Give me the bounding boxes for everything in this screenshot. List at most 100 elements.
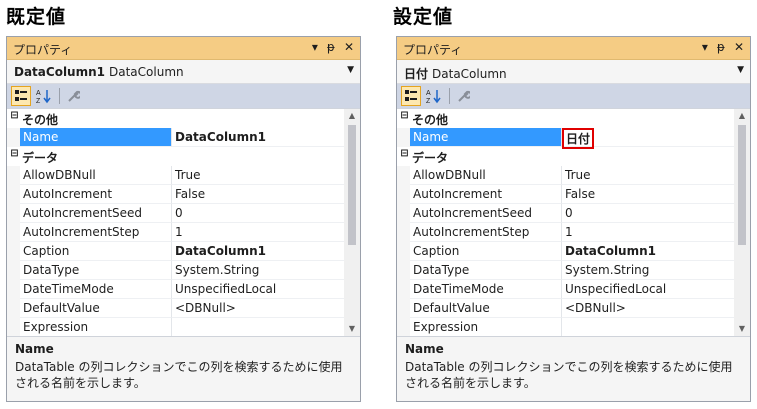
scroll-up-icon[interactable]: ▲ — [344, 109, 360, 123]
svg-text:Z: Z — [36, 98, 41, 104]
property-row[interactable]: DateTimeMode UnspecifiedLocal — [7, 280, 344, 299]
property-row[interactable]: AutoIncrementStep 1 — [397, 223, 734, 242]
property-name: AutoIncrement — [410, 185, 562, 204]
property-value[interactable] — [172, 318, 344, 336]
property-value[interactable]: UnspecifiedLocal — [172, 280, 344, 299]
property-row[interactable]: AutoIncrementStep 1 — [7, 223, 344, 242]
panel-title: プロパティ — [13, 43, 73, 57]
property-value[interactable]: 1 — [562, 223, 734, 242]
property-value[interactable]: System.String — [562, 261, 734, 280]
property-row[interactable]: AutoIncrementSeed 0 — [7, 204, 344, 223]
wrench-icon — [68, 90, 80, 102]
property-name: Name — [410, 128, 562, 147]
alphabetical-button[interactable]: AZ — [34, 86, 54, 106]
wrench-icon — [458, 90, 470, 102]
scroll-thumb[interactable] — [348, 125, 356, 245]
collapse-icon[interactable]: ⊟ — [9, 111, 20, 122]
property-value[interactable]: <DBNull> — [172, 299, 344, 318]
toolbar: AZ — [7, 84, 360, 108]
property-value[interactable]: True — [172, 166, 344, 185]
property-value[interactable]: DataColumn1 — [562, 242, 734, 261]
highlighted-value[interactable]: 日付 — [562, 128, 595, 149]
categorized-button[interactable] — [401, 86, 421, 106]
category-label: データ — [412, 151, 449, 165]
property-value[interactable]: 1 — [172, 223, 344, 242]
property-row[interactable]: Caption DataColumn1 — [397, 242, 734, 261]
category-other[interactable]: ⊟ その他 — [7, 109, 344, 128]
property-row[interactable]: AutoIncrementSeed 0 — [397, 204, 734, 223]
category-other[interactable]: ⊟ その他 — [397, 109, 734, 128]
close-icon[interactable]: ✕ — [344, 40, 354, 54]
property-value[interactable]: False — [172, 185, 344, 204]
property-row[interactable]: AllowDBNull True — [7, 166, 344, 185]
vertical-scrollbar[interactable]: ▲ ▼ — [344, 109, 360, 336]
category-data[interactable]: ⊟ データ — [397, 147, 734, 166]
property-row[interactable]: AutoIncrement False — [7, 185, 344, 204]
property-row[interactable]: AllowDBNull True — [397, 166, 734, 185]
property-value[interactable]: DataColumn1 — [172, 128, 344, 147]
property-row-name[interactable]: Name 日付 — [397, 128, 734, 149]
property-row[interactable]: DefaultValue <DBNull> — [7, 299, 344, 318]
scroll-down-icon[interactable]: ▼ — [344, 322, 360, 336]
property-name: DefaultValue — [410, 299, 562, 318]
property-name: DataType — [20, 261, 172, 280]
window-menu-icon[interactable]: ▾ — [312, 40, 318, 54]
description-pane: Name DataTable の列コレクションでこの列を検索するために使用される… — [7, 336, 360, 401]
property-name: AutoIncrementSeed — [20, 204, 172, 223]
property-value[interactable]: DataColumn1 — [172, 242, 344, 261]
property-row[interactable]: DataType System.String — [7, 261, 344, 280]
object-type: DataColumn — [432, 67, 507, 81]
property-value[interactable]: False — [562, 185, 734, 204]
property-value[interactable]: System.String — [172, 261, 344, 280]
property-name: Expression — [410, 318, 562, 336]
property-pages-button[interactable] — [453, 86, 473, 106]
property-row[interactable]: Expression — [7, 318, 344, 336]
collapse-icon[interactable]: ⊟ — [9, 149, 20, 160]
property-name: AutoIncrement — [20, 185, 172, 204]
scroll-up-icon[interactable]: ▲ — [734, 109, 750, 123]
window-menu-icon[interactable]: ▾ — [702, 40, 708, 54]
collapse-icon[interactable]: ⊟ — [399, 149, 410, 160]
category-label: その他 — [22, 113, 59, 127]
property-value[interactable]: 0 — [172, 204, 344, 223]
property-row[interactable]: DataType System.String — [397, 261, 734, 280]
property-row[interactable]: Caption DataColumn1 — [7, 242, 344, 261]
heading-set: 設定値 — [393, 6, 454, 28]
property-pages-button[interactable] — [63, 86, 83, 106]
description-title: Name — [15, 342, 54, 356]
property-value[interactable] — [562, 318, 734, 336]
property-name: Name — [20, 128, 172, 147]
property-row[interactable]: AutoIncrement False — [397, 185, 734, 204]
alphabetical-button[interactable]: AZ — [424, 86, 444, 106]
vertical-scrollbar[interactable]: ▲ ▼ — [734, 109, 750, 336]
property-name: AllowDBNull — [410, 166, 562, 185]
property-value[interactable]: <DBNull> — [562, 299, 734, 318]
property-name: DateTimeMode — [20, 280, 172, 299]
close-icon[interactable]: ✕ — [734, 40, 744, 54]
scroll-thumb[interactable] — [738, 125, 746, 245]
pin-icon[interactable]: ᵽ — [717, 40, 725, 54]
property-row[interactable]: DateTimeMode UnspecifiedLocal — [397, 280, 734, 299]
category-data[interactable]: ⊟ データ — [7, 147, 344, 166]
scroll-down-icon[interactable]: ▼ — [734, 322, 750, 336]
property-row[interactable]: Expression — [397, 318, 734, 336]
category-label: その他 — [412, 113, 449, 127]
collapse-icon[interactable]: ⊟ — [399, 111, 410, 122]
property-row[interactable]: DefaultValue <DBNull> — [397, 299, 734, 318]
object-selector[interactable]: 日付 DataColumn ▼ — [397, 60, 750, 84]
chevron-down-icon[interactable]: ▼ — [737, 65, 744, 75]
property-grid: ⊟ その他 Name 日付 ⊟ データ AllowDBNull True Auto… — [397, 108, 750, 336]
property-name: AllowDBNull — [20, 166, 172, 185]
property-value[interactable]: UnspecifiedLocal — [562, 280, 734, 299]
svg-text:A: A — [426, 90, 431, 97]
property-name: AutoIncrementStep — [20, 223, 172, 242]
property-value[interactable]: True — [562, 166, 734, 185]
categorized-button[interactable] — [11, 86, 31, 106]
property-value-cell[interactable]: 日付 — [562, 128, 734, 149]
pin-icon[interactable]: ᵽ — [327, 40, 335, 54]
heading-default: 既定値 — [6, 6, 67, 28]
object-selector[interactable]: DataColumn1 DataColumn ▼ — [7, 60, 360, 84]
chevron-down-icon[interactable]: ▼ — [347, 65, 354, 75]
property-value[interactable]: 0 — [562, 204, 734, 223]
property-row-name[interactable]: Name DataColumn1 — [7, 128, 344, 147]
